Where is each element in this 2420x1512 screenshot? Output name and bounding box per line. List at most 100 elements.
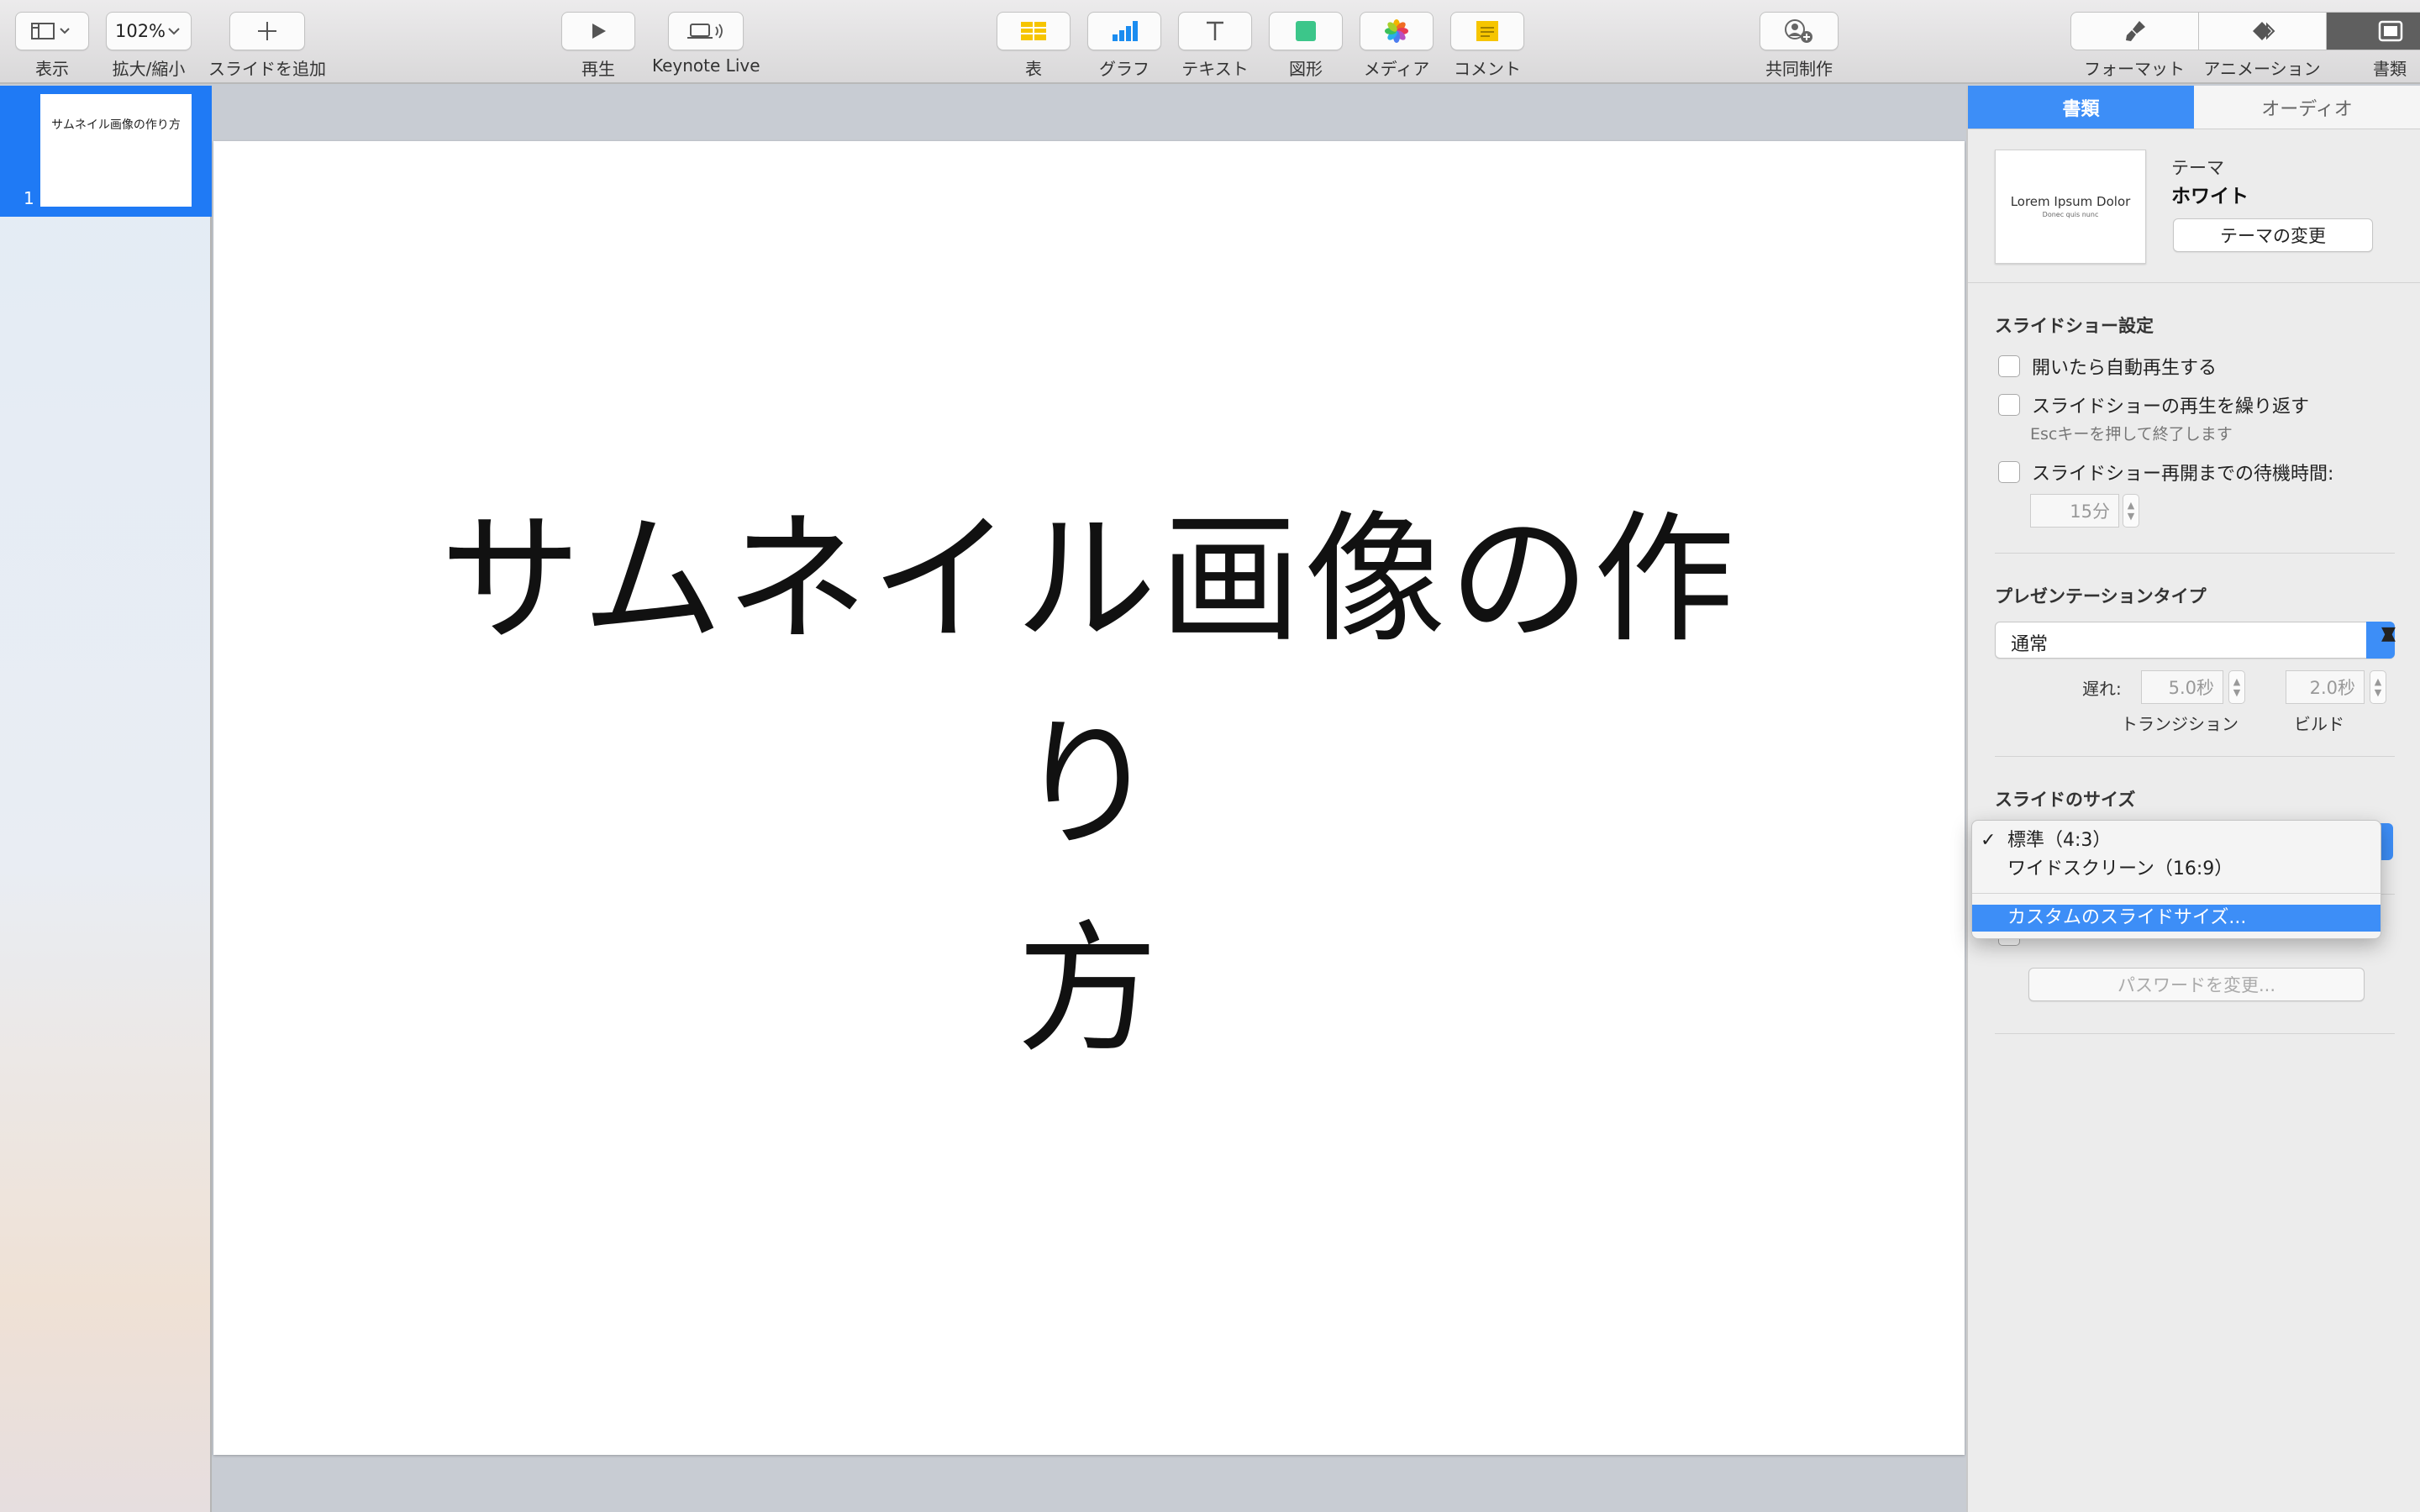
slide-size-heading: スライドのサイズ — [1995, 790, 2136, 810]
slideshow-settings-heading: スライドショー設定 — [1995, 316, 2154, 336]
plus-icon — [258, 22, 276, 40]
document-icon — [2378, 20, 2403, 42]
play-button[interactable] — [561, 12, 635, 50]
slide-number: 1 — [24, 188, 34, 208]
chart-icon — [1113, 21, 1138, 41]
divider — [1995, 553, 2395, 554]
document-label: 書類 — [2373, 59, 2407, 79]
chevron-down-icon — [168, 28, 180, 35]
shape-control[interactable]: 図形 — [1269, 12, 1343, 80]
zoom-control[interactable]: 102% 拡大/縮小 — [106, 12, 192, 80]
text-icon — [1207, 21, 1223, 40]
play-control[interactable]: 再生 — [561, 12, 635, 80]
chart-label: グラフ — [1099, 59, 1150, 79]
theme-preview-title: Lorem Ipsum Dolor — [2010, 194, 2131, 209]
slide-thumbnail-text: サムネイル画像の作り方 — [51, 118, 181, 132]
play-icon — [592, 24, 606, 39]
collaborate-control[interactable]: 共同制作 — [1760, 12, 1839, 80]
restart-wait-label: スライドショー再開までの待機時間: — [2032, 464, 2334, 485]
loop-checkbox-row[interactable]: スライドショーの再生を繰り返す — [1998, 391, 2309, 418]
tab-audio[interactable]: オーディオ — [2194, 86, 2420, 129]
tab-document[interactable]: 書類 — [1968, 86, 2194, 129]
text-button[interactable] — [1178, 12, 1252, 50]
toolbar: 表示 102% 拡大/縮小 スライドを追加 再生 Keynote Live 表 … — [0, 0, 2420, 84]
autoplay-checkbox[interactable] — [1998, 355, 2020, 377]
slide[interactable]: サムネイル画像の作り 方 — [213, 141, 1965, 1455]
slide-thumbnail-selected[interactable]: 1 サムネイル画像の作り方 — [0, 86, 212, 217]
text-control[interactable]: テキスト — [1178, 12, 1252, 80]
transition-delay-stepper[interactable]: ▲ ▼ — [2228, 670, 2245, 704]
table-control[interactable]: 表 — [997, 12, 1071, 80]
change-theme-button[interactable]: テーマの変更 — [2173, 218, 2373, 252]
change-password-button[interactable]: パスワードを変更... — [2028, 968, 2365, 1001]
table-label: 表 — [1025, 59, 1042, 79]
presentation-type-value: 通常 — [2011, 634, 2049, 655]
animate-icon — [2252, 22, 2275, 40]
slide-thumbnail[interactable]: サムネイル画像の作り方 — [40, 94, 192, 207]
autoplay-checkbox-row[interactable]: 開いたら自動再生する — [1998, 353, 2217, 380]
animate-button[interactable] — [2199, 13, 2327, 50]
view-label: 表示 — [35, 59, 69, 79]
divider — [1968, 282, 2420, 283]
menu-item-custom-size-label: カスタムのスライドサイズ... — [2007, 907, 2247, 928]
keynote-live-label: Keynote Live — [652, 55, 760, 76]
format-label: フォーマット — [2084, 59, 2185, 79]
media-label: メディア — [1363, 59, 1430, 79]
build-delay-field[interactable]: 2.0秒 — [2286, 670, 2365, 704]
paintbrush-icon — [2125, 21, 2145, 41]
slide-title-textbox[interactable]: サムネイル画像の作り 方 — [381, 477, 1797, 1092]
delay-label: 遅れ: — [2082, 679, 2122, 699]
build-label: ビルド — [2294, 714, 2344, 734]
wait-time-stepper[interactable]: ▲ ▼ — [2123, 494, 2139, 528]
menu-item-standard[interactable]: ✓ 標準（4:3） — [1972, 827, 2381, 854]
loop-checkbox[interactable] — [1998, 394, 2020, 416]
menu-item-widescreen[interactable]: ワイドスクリーン（16:9） — [1972, 856, 2381, 883]
menu-item-custom-size[interactable]: カスタムのスライドサイズ... — [1972, 905, 2381, 932]
restart-wait-checkbox-row[interactable]: スライドショー再開までの待機時間: — [1998, 459, 2333, 486]
inspector-switcher: フォーマット アニメーション 書類 — [2070, 12, 2420, 80]
shape-button[interactable] — [1269, 12, 1343, 50]
divider — [1995, 1033, 2395, 1034]
slide-size-menu: ✓ 標準（4:3） ワイドスクリーン（16:9） カスタムのスライドサイズ... — [1971, 820, 2381, 939]
add-slide-label: スライドを追加 — [208, 59, 326, 79]
keynote-live-control[interactable]: Keynote Live — [652, 12, 760, 76]
media-button[interactable] — [1360, 12, 1434, 50]
updown-chevron-icon: ▲ ▼ — [2366, 622, 2396, 659]
presentation-type-popup[interactable]: 通常 ▲ ▼ — [1995, 622, 2396, 659]
zoom-button[interactable]: 102% — [106, 12, 192, 50]
table-icon — [1021, 22, 1046, 40]
loop-note: Escキーを押して終了します — [2030, 425, 2233, 444]
animate-label: アニメーション — [2203, 59, 2321, 79]
comment-button[interactable] — [1450, 12, 1524, 50]
collaborate-label: 共同制作 — [1765, 59, 1833, 79]
transition-delay-field[interactable]: 5.0秒 — [2141, 670, 2223, 704]
chart-button[interactable] — [1087, 12, 1161, 50]
slide-title-line-1: サムネイル画像の作り — [439, 497, 1739, 867]
build-delay-stepper[interactable]: ▲ ▼ — [2370, 670, 2386, 704]
theme-thumbnail: Lorem Ipsum Dolor Donec quis nunc — [1995, 150, 2146, 264]
table-button[interactable] — [997, 12, 1071, 50]
sidebar-icon — [31, 23, 70, 39]
restart-wait-checkbox[interactable] — [1998, 461, 2020, 483]
add-slide-button[interactable] — [229, 12, 305, 50]
document-button[interactable] — [2327, 13, 2420, 50]
keynote-live-button[interactable] — [668, 12, 744, 50]
view-control[interactable]: 表示 — [15, 12, 89, 80]
slide-title-line-2: 方 — [1017, 907, 1161, 1072]
photos-icon — [1385, 19, 1408, 43]
document-inspector: 書類 オーディオ Lorem Ipsum Dolor Donec quis nu… — [1966, 86, 2420, 1512]
wait-time-field[interactable]: 15分 — [2030, 494, 2119, 528]
comment-control[interactable]: コメント — [1450, 12, 1524, 80]
add-slide-control[interactable]: スライドを追加 — [208, 12, 326, 80]
shape-icon — [1296, 21, 1316, 41]
play-label: 再生 — [581, 59, 615, 79]
inspector-segmented-control — [2070, 12, 2420, 50]
collaborate-button[interactable] — [1760, 12, 1839, 50]
media-control[interactable]: メディア — [1360, 12, 1434, 80]
theme-preview-subtitle: Donec quis nunc — [2042, 211, 2099, 218]
format-button[interactable] — [2071, 13, 2199, 50]
chart-control[interactable]: グラフ — [1087, 12, 1161, 80]
view-button[interactable] — [15, 12, 89, 50]
menu-item-widescreen-label: ワイドスクリーン（16:9） — [2007, 858, 2233, 879]
menu-item-standard-label: 標準（4:3） — [2007, 830, 2112, 851]
